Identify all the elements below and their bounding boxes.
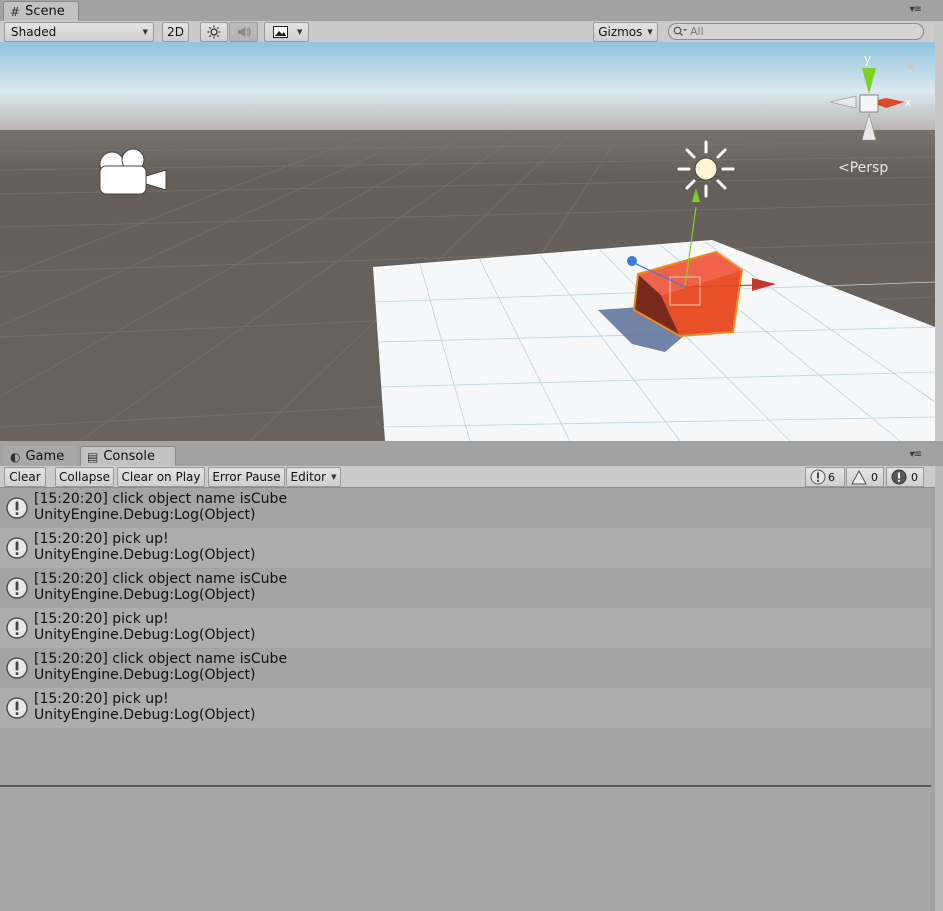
log-message: [15:20:20] click object name isCube — [34, 491, 288, 507]
log-message: [15:20:20] click object name isCube — [34, 571, 288, 587]
log-stacktrace: UnityEngine.Debug:Log(Object) — [34, 707, 256, 723]
error-icon — [891, 469, 907, 485]
info-icon — [810, 469, 826, 485]
warning-count: 0 — [871, 470, 878, 484]
log-entry[interactable]: [15:20:20] click object name isCube Unit… — [0, 568, 931, 608]
lighting-toggle-button[interactable] — [200, 22, 228, 42]
gamepad-icon: ◐ — [10, 449, 21, 464]
log-count-toggle[interactable]: 6 — [805, 467, 845, 487]
info-icon — [0, 488, 34, 528]
info-icon — [0, 648, 34, 688]
log-stacktrace: UnityEngine.Debug:Log(Object) — [34, 587, 256, 603]
log-stacktrace: UnityEngine.Debug:Log(Object) — [34, 507, 256, 523]
axis-negz-cone[interactable] — [861, 112, 877, 141]
gizmos-dropdown[interactable]: Gizmos ▼ — [593, 22, 658, 42]
collapse-label: Collapse — [59, 470, 110, 484]
clear-label: Clear — [9, 470, 41, 484]
log-stacktrace: UnityEngine.Debug:Log(Object) — [34, 547, 256, 563]
console-scrollbar[interactable] — [935, 466, 943, 911]
axis-negx-cone[interactable] — [829, 95, 857, 109]
tab-scene-label: Scene — [25, 4, 65, 19]
chevron-down-icon: ▼ — [331, 473, 337, 481]
editor-label: Editor — [290, 470, 327, 484]
info-icon — [0, 688, 34, 728]
axis-y-label: y — [864, 52, 871, 66]
console-tab-strip: ◐ Game ▤ Console ▾≡ — [0, 445, 935, 466]
effects-dropdown[interactable]: ▼ — [264, 22, 309, 42]
scene-viewport[interactable]: y x <Persp — [0, 42, 935, 441]
chevron-left-icon: < — [838, 160, 850, 176]
search-icon — [673, 26, 687, 36]
scene-tab-strip: # Scene ▾≡ — [0, 0, 935, 21]
log-count: 6 — [828, 470, 835, 484]
log-message: [15:20:20] click object name isCube — [34, 651, 288, 667]
error-count-toggle[interactable]: 0 — [886, 467, 924, 487]
shading-mode-value: Shaded — [11, 25, 57, 39]
clear-on-play-toggle[interactable]: Clear on Play — [117, 467, 205, 487]
error-pause-label: Error Pause — [212, 470, 281, 484]
warning-icon — [851, 469, 867, 484]
light-icon — [677, 140, 735, 198]
log-entry[interactable]: [15:20:20] pick up! UnityEngine.Debug:Lo… — [0, 688, 931, 728]
console-icon: ▤ — [87, 449, 99, 464]
warning-count-toggle[interactable]: 0 — [846, 467, 884, 487]
log-entry[interactable]: [15:20:20] click object name isCube Unit… — [0, 488, 931, 528]
tab-console-label: Console — [103, 449, 155, 464]
log-message: [15:20:20] pick up! — [34, 691, 169, 707]
log-stacktrace: UnityEngine.Debug:Log(Object) — [34, 667, 256, 683]
scene-scrollbar[interactable] — [935, 21, 943, 441]
chevron-down-icon: ▼ — [647, 28, 653, 36]
camera-icon — [99, 148, 167, 195]
panel-menu-icon[interactable]: ▾≡ — [910, 449, 922, 460]
tab-scene[interactable]: # Scene — [3, 1, 79, 21]
info-icon — [0, 528, 34, 568]
grid-icon: # — [10, 4, 21, 19]
2d-label: 2D — [167, 25, 184, 39]
clear-on-play-label: Clear on Play — [121, 470, 201, 484]
log-stacktrace: UnityEngine.Debug:Log(Object) — [34, 627, 256, 643]
error-count: 0 — [911, 470, 918, 484]
console-toolbar: Clear Collapse Clear on Play Error Pause… — [0, 466, 935, 488]
log-entry[interactable]: [15:20:20] pick up! UnityEngine.Debug:Lo… — [0, 608, 931, 648]
panel-menu-icon[interactable]: ▾≡ — [910, 4, 922, 15]
console-detail-pane[interactable] — [0, 785, 931, 911]
info-icon — [0, 568, 34, 608]
gizmo-center-cube[interactable] — [859, 94, 879, 113]
axis-x-label: x — [905, 96, 912, 109]
info-icon — [0, 608, 34, 648]
collapse-toggle[interactable]: Collapse — [55, 467, 114, 487]
tab-console[interactable]: ▤ Console — [80, 446, 176, 466]
projection-label: Persp — [849, 160, 889, 176]
log-entry[interactable]: [15:20:20] click object name isCube Unit… — [0, 648, 931, 688]
scene-render — [0, 42, 935, 441]
image-icon — [273, 26, 288, 38]
log-entry[interactable]: [15:20:20] pick up! UnityEngine.Debug:Lo… — [0, 528, 931, 568]
clear-button[interactable]: Clear — [4, 467, 46, 487]
orientation-gizmo[interactable]: y x — [826, 50, 916, 142]
lock-icon[interactable] — [908, 62, 914, 69]
chevron-down-icon: ▼ — [297, 28, 303, 36]
log-message: [15:20:20] pick up! — [34, 531, 169, 547]
projection-toggle[interactable]: <Persp — [838, 160, 888, 176]
editor-dropdown[interactable]: Editor ▼ — [286, 467, 341, 487]
shading-mode-dropdown[interactable]: Shaded ▼ — [4, 22, 154, 42]
chevron-down-icon: ▼ — [142, 28, 148, 36]
error-pause-toggle[interactable]: Error Pause — [208, 467, 285, 487]
2d-toggle-button[interactable]: 2D — [162, 22, 189, 42]
sun-icon — [207, 25, 221, 39]
axis-y-cone[interactable] — [862, 68, 876, 94]
search-placeholder: All — [690, 25, 704, 38]
scene-toolbar: Shaded ▼ 2D ▼ Gizmos ▼ All — [0, 21, 935, 43]
tab-game-label: Game — [25, 449, 65, 464]
console-log-list[interactable]: [15:20:20] click object name isCube Unit… — [0, 488, 931, 784]
log-message: [15:20:20] pick up! — [34, 611, 169, 627]
tab-game[interactable]: ◐ Game — [3, 446, 77, 466]
gizmos-label: Gizmos — [598, 25, 643, 39]
audio-toggle-button[interactable] — [229, 22, 258, 42]
speaker-icon — [237, 27, 251, 37]
scene-search-input[interactable]: All — [668, 23, 924, 40]
